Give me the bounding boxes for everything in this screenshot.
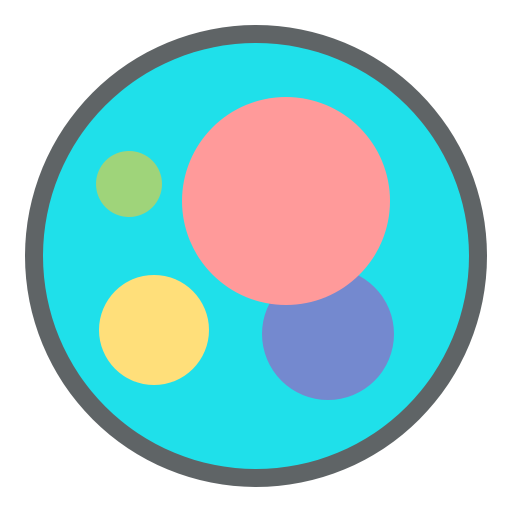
green-bubble-icon [96,151,162,217]
yellow-bubble-icon [99,275,209,385]
pink-bubble-icon [182,97,390,305]
icon-canvas [0,0,512,512]
app-icon-bubbles [25,25,487,487]
